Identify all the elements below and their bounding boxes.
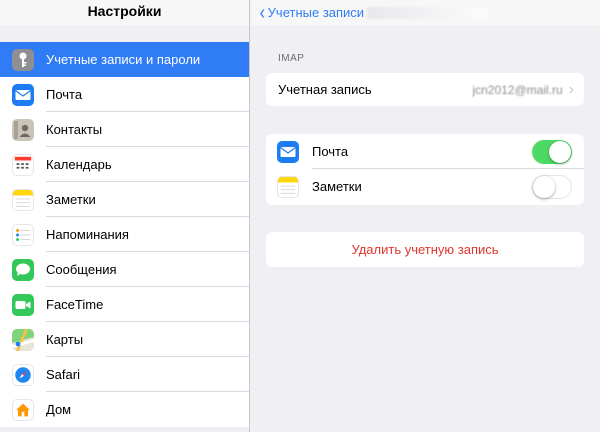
sidebar-item-label: Учетные записи и пароли [46, 52, 201, 67]
delete-account-button[interactable]: Удалить учетную запись [266, 232, 584, 267]
calendar-icon [12, 153, 34, 176]
mail-icon [277, 140, 299, 163]
sidebar-item-maps[interactable]: Карты [0, 322, 249, 357]
sidebar-item-label: Почта [46, 87, 83, 102]
settings-sidebar: Настройки Учетные записи и пароли Почта … [0, 0, 250, 432]
messages-icon [12, 258, 34, 281]
sidebar-item-facetime[interactable]: FaceTime [0, 287, 249, 322]
notes-icon [12, 188, 34, 211]
sidebar-item-label: Дом [46, 402, 72, 417]
sidebar-item-label: Заметки [46, 192, 96, 207]
sidebar-item-label: FaceTime [46, 297, 104, 312]
sync-toggles-group: Почта Заметки [266, 134, 584, 205]
notes-icon [277, 175, 299, 198]
back-button[interactable]: ‹ Учетные записи [259, 1, 365, 24]
notes-toggle-switch[interactable] [532, 174, 572, 199]
section-header-imap: IMAP [278, 53, 305, 64]
contacts-icon [12, 118, 34, 141]
settings-list: Учетные записи и пароли Почта Контакты К… [0, 42, 249, 427]
sidebar-item-label: Календарь [46, 157, 112, 172]
redacted-title [367, 6, 488, 19]
sidebar-item-label: Карты [46, 332, 84, 347]
toggle-label: Заметки [312, 179, 362, 194]
sidebar-item-mail[interactable]: Почта [0, 77, 249, 112]
toggle-row-mail: Почта [266, 134, 584, 169]
account-row[interactable]: Учетная запись jcn2012@mail.ru › [266, 73, 584, 106]
account-email-value: jcn2012@mail.ru [472, 82, 563, 97]
mail-icon [12, 83, 34, 106]
account-detail-pane: ‹ Учетные записи IMAP Учетная запись jcn… [251, 0, 600, 432]
switch-knob [549, 140, 571, 163]
sidebar-item-label: Safari [46, 367, 80, 382]
reminders-icon [12, 223, 34, 246]
sidebar-item-calendar[interactable]: Календарь [0, 147, 249, 182]
delete-account-label: Удалить учетную запись [351, 242, 499, 257]
sidebar-item-messages[interactable]: Сообщения [0, 252, 249, 287]
mail-toggle-switch[interactable] [532, 139, 572, 164]
facetime-icon [12, 293, 34, 316]
toggle-label: Почта [312, 144, 349, 159]
safari-icon [12, 363, 34, 386]
back-button-label: Учетные записи [267, 5, 365, 20]
sidebar-item-notes[interactable]: Заметки [0, 182, 249, 217]
sidebar-item-label: Сообщения [46, 262, 117, 277]
sidebar-item-home[interactable]: Дом [0, 392, 249, 427]
key-icon [12, 48, 34, 71]
toggle-row-notes: Заметки [266, 169, 584, 204]
account-row-label: Учетная запись [278, 82, 372, 97]
home-icon [12, 398, 34, 421]
sidebar-item-accounts-passwords[interactable]: Учетные записи и пароли [0, 42, 249, 77]
maps-icon [12, 328, 34, 351]
sidebar-item-contacts[interactable]: Контакты [0, 112, 249, 147]
switch-knob [533, 175, 555, 198]
navigation-bar: ‹ Учетные записи [251, 0, 600, 25]
sidebar-item-safari[interactable]: Safari [0, 357, 249, 392]
sidebar-item-reminders[interactable]: Напоминания [0, 217, 249, 252]
chevron-right-icon: › [568, 80, 574, 98]
sidebar-title: Настройки [0, 0, 249, 25]
chevron-left-icon: ‹ [259, 1, 266, 24]
sidebar-item-label: Напоминания [46, 227, 129, 242]
sidebar-item-label: Контакты [46, 122, 103, 137]
